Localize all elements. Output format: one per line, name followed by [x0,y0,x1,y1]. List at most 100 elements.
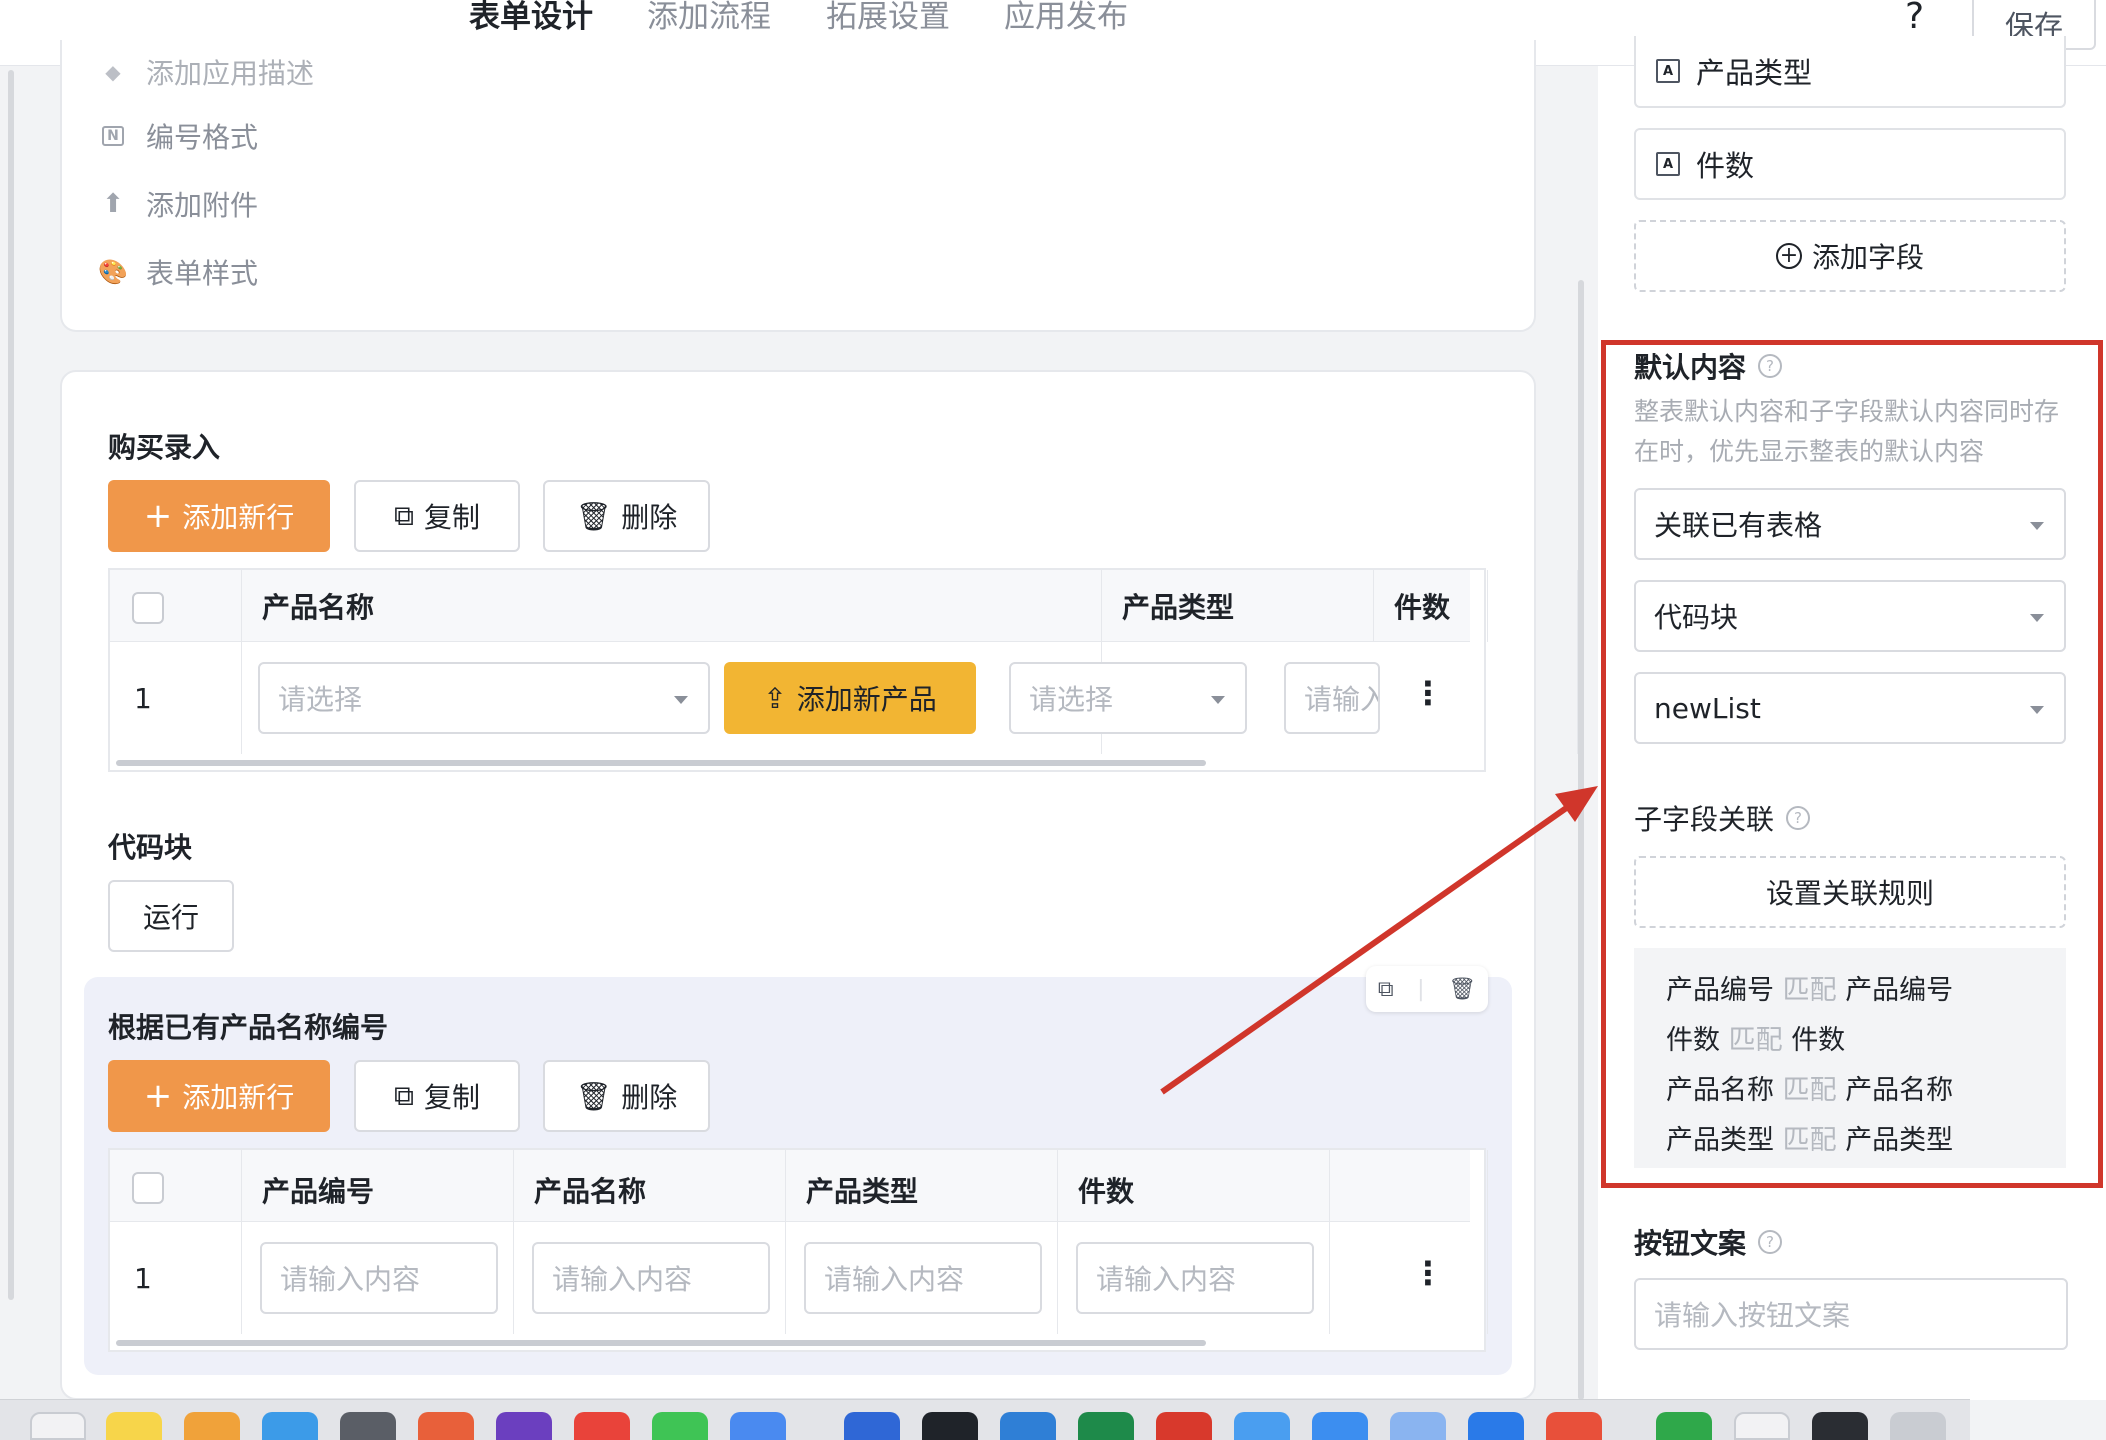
trash-icon[interactable]: 🗑 [1448,977,1476,1002]
terminal-icon[interactable] [922,1412,978,1440]
input-placeholder: 请输入内容 [280,1263,421,1296]
menu-label: 编号格式 [146,121,259,154]
plus-icon: + [143,496,173,536]
menu-form-style[interactable]: 🎨 表单样式 [98,252,259,292]
upload-icon: ⇪ [763,681,787,715]
wps-icon[interactable] [1156,1412,1212,1440]
tab-add-flow[interactable]: 添加流程 [647,0,771,34]
purchase-title: 购买录入 [108,431,221,464]
excel-icon[interactable] [1078,1412,1134,1440]
add-product-label: 添加新产品 [796,683,937,716]
row-number: 1 [134,1262,152,1295]
select-placeholder: 请选择 [1029,683,1114,716]
chevron-down-icon [1211,696,1225,704]
menu-numbering-format[interactable]: N 编号格式 [100,116,258,156]
field-label: 件数 [1696,149,1755,183]
app-icon[interactable] [730,1412,786,1440]
copy-label: 复制 [423,1081,480,1114]
add-product-button[interactable]: ⇪ 添加新产品 [724,662,976,734]
button-text-title: 按钮文案 ? [1634,1222,1783,1262]
count-input[interactable]: 请输入内容 [1076,1242,1314,1314]
button-text-label: 按钮文案 [1634,1227,1747,1260]
trash-icon[interactable] [1890,1412,1946,1440]
purchase-table: 产品名称 产品类型 件数 1 请选择 ⇪ 添加新产品 请选择 请输入 ⋮ [108,568,1578,772]
feishu-icon[interactable] [1312,1412,1368,1440]
copy-label: 复制 [423,501,480,534]
product-name-input[interactable]: 请输入内容 [532,1242,770,1314]
menu-label: 表单样式 [146,257,259,290]
add-row-label: 添加新行 [182,1081,295,1114]
tab-form-design[interactable]: 表单设计 [469,0,593,34]
menu-add-attachment[interactable]: ⬆ 添加附件 [100,184,258,224]
input-placeholder: 请输入内容 [552,1263,693,1296]
highlight-box [1601,340,2103,1188]
pages-icon[interactable] [184,1412,240,1440]
field-label: 产品类型 [1696,56,1813,90]
row-number: 1 [134,682,152,715]
word-icon[interactable] [844,1412,900,1440]
add-field-button[interactable]: + 添加字段 [1634,220,2066,292]
run-button[interactable]: 运行 [108,880,234,952]
help-circle-icon[interactable]: ? [1758,1230,1783,1254]
subtable-title: 根据已有产品名称编号 [108,1011,389,1044]
delete-label: 删除 [621,501,678,534]
copy-button[interactable]: ⧉ 复制 [354,480,520,552]
product-type-input[interactable]: 请输入内容 [804,1242,1042,1314]
app-icon[interactable] [1390,1412,1446,1440]
plus-icon: + [143,1076,173,1116]
input-placeholder: 请输入内容 [1096,1263,1237,1296]
table-hscrollbar[interactable] [116,1340,1206,1346]
app-icon[interactable] [1234,1412,1290,1440]
add-row-button[interactable]: + 添加新行 [108,480,330,552]
input-placeholder: 请输入按钮文案 [1654,1299,1851,1332]
document-icon[interactable] [1734,1412,1790,1440]
left-scrollbar[interactable] [8,70,14,1300]
palette-icon: 🎨 [98,258,128,286]
select-all-checkbox[interactable] [132,1172,164,1204]
add-row-button[interactable]: + 添加新行 [108,1060,330,1132]
delete-button[interactable]: 🗑 删除 [543,1060,710,1132]
more-icon[interactable]: ⋮ [1412,1254,1444,1292]
notes-icon[interactable] [106,1412,162,1440]
app-icon[interactable] [1546,1412,1602,1440]
sheets-icon[interactable] [1656,1412,1712,1440]
copy-button[interactable]: ⧉ 复制 [354,1060,520,1132]
delete-button[interactable]: 🗑 删除 [543,480,710,552]
chat-icon: ◆ [105,60,121,84]
field-item-count[interactable]: A 件数 [1634,128,2066,200]
menu-add-app-desc[interactable]: ◆ 添加应用描述 [100,52,314,92]
finder-icon[interactable] [30,1412,86,1440]
product-name-select[interactable]: 请选择 [258,662,710,734]
text-field-icon: A [1656,152,1680,176]
tab-extension-settings[interactable]: 拓展设置 [826,0,950,34]
trash-icon: 🗑 [575,499,612,533]
vscode-icon[interactable] [1000,1412,1056,1440]
firefox-icon[interactable] [496,1412,552,1440]
app-icon[interactable] [1812,1412,1868,1440]
text-field-icon: A [1656,59,1680,83]
copy-icon[interactable]: ⧉ [1378,977,1394,1002]
input-placeholder: 请输入 [1304,683,1380,716]
add-field-label: 添加字段 [1811,241,1924,274]
add-row-label: 添加新行 [182,501,295,534]
delete-label: 删除 [621,1081,678,1114]
menu-label: 添加附件 [146,189,259,222]
component-actions: ⧉ | 🗑 [1366,966,1488,1012]
tab-app-publish[interactable]: 应用发布 [1004,0,1128,34]
button-text-input[interactable]: 请输入按钮文案 [1634,1278,2068,1350]
more-icon[interactable]: ⋮ [1412,674,1444,712]
app-icon[interactable] [1468,1412,1524,1440]
help-icon[interactable]: ? [1905,0,1924,35]
product-type-select[interactable]: 请选择 [1009,662,1247,734]
app-icon[interactable] [418,1412,474,1440]
canvas-scrollbar[interactable] [1578,280,1584,1400]
wechat-icon[interactable] [652,1412,708,1440]
field-item-product-type[interactable]: A 产品类型 [1634,36,2066,108]
chrome-icon[interactable] [574,1412,630,1440]
appstore-icon[interactable] [262,1412,318,1440]
settings-icon[interactable] [340,1412,396,1440]
count-input[interactable]: 请输入 [1284,662,1380,734]
table-hscrollbar[interactable] [116,760,1206,766]
select-all-checkbox[interactable] [132,592,164,624]
product-code-input[interactable]: 请输入内容 [260,1242,498,1314]
